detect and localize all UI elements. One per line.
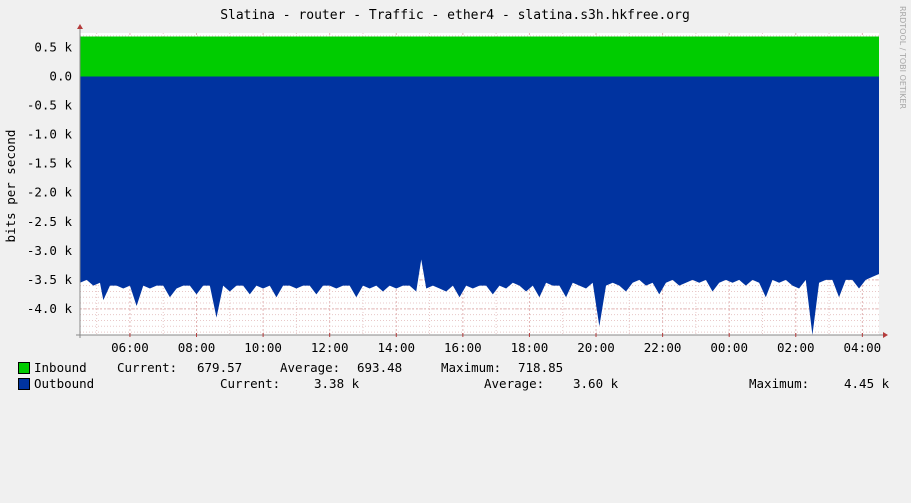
y-tick-labels: 0.5 k 0.0 -0.5 k -1.0 k -1.5 k -2.0 k -2.5 k -3… bbox=[27, 40, 73, 316]
y-axis-label: bits per second bbox=[3, 130, 18, 243]
x-tick-label: 22:00 bbox=[644, 340, 682, 355]
x-tick-label: 18:00 bbox=[511, 340, 549, 355]
inbound-average-label: Average: bbox=[280, 360, 341, 375]
y-tick-label: -1.0 k bbox=[27, 127, 73, 142]
y-tick-label: -2.0 k bbox=[27, 185, 73, 200]
chart-canvas: Slatina - router - Traffic - ether4 - sl… bbox=[3, 8, 888, 355]
credit-text: RRDTOOL / TOBI OETIKER bbox=[898, 6, 907, 109]
inbound-swatch bbox=[18, 362, 30, 374]
outbound-average-label: Average: bbox=[484, 376, 545, 391]
chart-title: Slatina - router - Traffic - ether4 - sl… bbox=[220, 8, 690, 23]
legend-row-inbound: Inbound Current: 679.57 Average: 693.48 … bbox=[18, 361, 898, 375]
x-tick-label: 10:00 bbox=[244, 340, 282, 355]
rrdtool-credit: RRDTOOL / TOBI OETIKER bbox=[898, 6, 907, 109]
x-tick-label: 12:00 bbox=[311, 340, 349, 355]
inbound-current-label: Current: bbox=[117, 360, 178, 375]
x-tick-label: 02:00 bbox=[777, 340, 815, 355]
inbound-maximum-value: 718.85 bbox=[518, 360, 564, 375]
inbound-maximum-label: Maximum: bbox=[441, 360, 502, 375]
y-tick-label: -3.0 k bbox=[27, 243, 73, 258]
outbound-current-value: 3.38 k bbox=[314, 376, 360, 391]
outbound-swatch bbox=[18, 378, 30, 390]
x-tick-label: 16:00 bbox=[444, 340, 482, 355]
legend-row-outbound: Outbound Current: 3.38 k Average: 3.60 k… bbox=[18, 377, 898, 391]
x-tick-label: 00:00 bbox=[710, 340, 748, 355]
x-tick-labels: 06:00 08:00 10:00 12:00 14:00 16:00 18:00 20:00… bbox=[111, 340, 881, 355]
y-axis-arrow bbox=[77, 24, 83, 29]
y-tick-label: 0.5 k bbox=[34, 40, 72, 55]
outbound-current-label: Current: bbox=[220, 376, 281, 391]
outbound-maximum-label: Maximum: bbox=[749, 376, 810, 391]
inbound-average-value: 693.48 bbox=[357, 360, 403, 375]
y-tick-label: -4.0 k bbox=[27, 301, 73, 316]
outbound-maximum-value: 4.45 k bbox=[844, 376, 890, 391]
y-tick-label: -3.5 k bbox=[27, 272, 73, 287]
x-tick-label: 06:00 bbox=[111, 340, 149, 355]
x-tick-label: 08:00 bbox=[178, 340, 216, 355]
y-tick-label: -2.5 k bbox=[27, 214, 73, 229]
outbound-label: Outbound bbox=[34, 376, 95, 391]
outbound-average-value: 3.60 k bbox=[573, 376, 619, 391]
x-tick-label: 20:00 bbox=[577, 340, 615, 355]
x-tick-label: 04:00 bbox=[844, 340, 882, 355]
y-tick-label: 0.0 bbox=[49, 69, 72, 84]
y-tick-label: -1.5 k bbox=[27, 156, 73, 171]
inbound-label: Inbound bbox=[34, 360, 87, 375]
x-axis-arrow bbox=[883, 332, 888, 338]
inbound-current-value: 679.57 bbox=[197, 360, 243, 375]
series-area-inbound bbox=[80, 36, 879, 77]
y-tick-label: -0.5 k bbox=[27, 98, 73, 113]
x-tick-label: 14:00 bbox=[377, 340, 415, 355]
